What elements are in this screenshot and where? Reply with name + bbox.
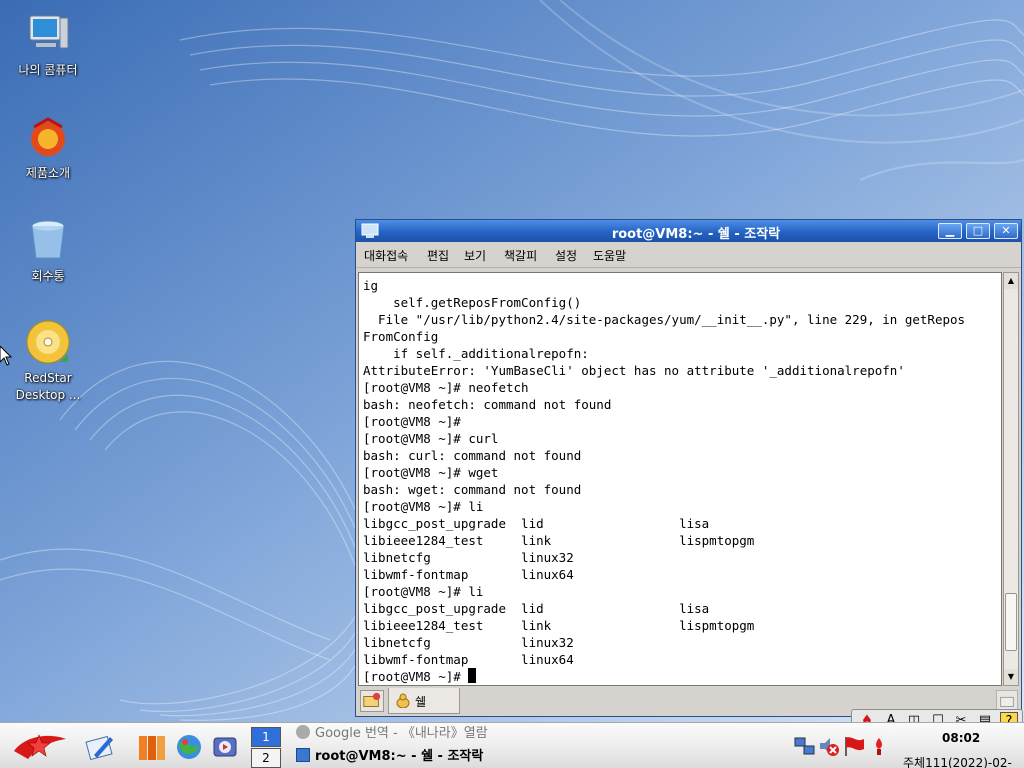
session-tab-shell[interactable]: 쉘 xyxy=(388,688,460,714)
terminal-line: AttributeError: 'YumBaseCli' object has … xyxy=(363,363,905,378)
text-cursor xyxy=(468,668,477,683)
terminal-line: [root@VM8 ~]# li xyxy=(363,584,484,599)
terminal-line: libwmf-fontmap linux64 xyxy=(363,567,574,582)
terminal-line: if self._additionalrepofn: xyxy=(363,346,589,361)
terminal-line: bash: curl: command not found xyxy=(363,448,582,463)
network-icon[interactable] xyxy=(794,735,816,757)
network-computers-icon xyxy=(794,737,815,755)
menu-settings[interactable]: 설정 xyxy=(555,247,577,264)
terminal-line: bash: neofetch: command not found xyxy=(363,397,612,412)
terminal-line: FromConfig xyxy=(363,329,439,344)
terminal-titlebar[interactable]: root@VM8:~ - 쉘 - 조작락 ▁ □ ✕ xyxy=(356,220,1021,242)
terminal-line: libwmf-fontmap linux64 xyxy=(363,652,574,667)
dvd-disc-icon xyxy=(26,320,70,364)
desktop-icon-label: 나의 콤퓨터 xyxy=(18,63,78,77)
task-google-translate[interactable]: Google 번역 - 《내나라》열람 xyxy=(296,724,488,744)
computer-icon xyxy=(29,15,69,49)
browser-globe-icon xyxy=(177,735,201,759)
terminal-line: [root@VM8 ~]# wget xyxy=(363,465,499,480)
scrollbar-thumb[interactable] xyxy=(1005,593,1017,651)
menu-edit[interactable]: 편집 xyxy=(427,247,449,264)
vertical-scrollbar[interactable]: ▲ ▼ xyxy=(1003,272,1019,686)
terminal-line: [root@VM8 ~]# neofetch xyxy=(363,380,529,395)
clock-date: 주체111(2022)-02-02 xyxy=(903,756,1012,768)
maximize-button[interactable]: □ xyxy=(966,223,990,239)
terminal-line: ig xyxy=(363,278,379,293)
terminal-line: libnetcfg linux32 xyxy=(363,550,574,565)
red-star-logo-icon xyxy=(14,734,66,759)
menu-bookmarks[interactable]: 책갈피 xyxy=(504,247,537,264)
torch-icon[interactable] xyxy=(868,735,890,757)
menu-view[interactable]: 보기 xyxy=(464,247,486,264)
task-terminal[interactable]: root@VM8:~ - 쉘 - 조작락 xyxy=(296,747,483,767)
mouse-cursor-icon xyxy=(0,346,12,366)
terminal-line: [root@VM8 ~]# curl xyxy=(363,431,499,446)
maximize-icon: □ xyxy=(972,224,984,237)
desktop-icon-label: RedStar Desktop ... xyxy=(15,371,81,402)
terminal-line: libgcc_post_upgrade lid lisa xyxy=(363,516,710,531)
text-editor-icon xyxy=(85,735,113,761)
product-intro-icon xyxy=(31,117,65,156)
flag-icon[interactable] xyxy=(843,735,865,757)
desktop-icon-redstar-desktop[interactable]: RedStar Desktop ... xyxy=(0,318,96,404)
minimize-icon: ▁ xyxy=(945,224,955,237)
terminal-window[interactable]: root@VM8:~ - 쉘 - 조작락 ▁ □ ✕ 대화접속 편집 보기 책갈… xyxy=(355,219,1022,717)
terminal-line: libieee1284_test link lispmtopgm xyxy=(363,618,755,633)
terminal-line: libieee1284_test link lispmtopgm xyxy=(363,533,755,548)
quick-launch-media[interactable] xyxy=(209,731,241,763)
terminal-prompt: [root@VM8 ~]# xyxy=(363,669,469,684)
media-player-icon xyxy=(213,737,237,757)
office-suite-icon xyxy=(139,736,165,760)
terminal-output[interactable]: ig self.getReposFromConfig() File "/usr/… xyxy=(358,272,1002,686)
desktop-icon-label: 제품소개 xyxy=(25,166,71,180)
window-title: root@VM8:~ - 쉘 - 조작락 xyxy=(611,227,781,242)
scroll-down-arrow-icon[interactable]: ▼ xyxy=(1004,669,1018,685)
terminal-line: libgcc_post_upgrade lid lisa xyxy=(363,601,710,616)
browser-task-icon xyxy=(296,725,310,739)
start-menu-button[interactable] xyxy=(8,729,70,765)
close-button[interactable]: ✕ xyxy=(994,223,1018,239)
menu-session[interactable]: 대화접속 xyxy=(364,247,408,264)
quick-launch-editor[interactable] xyxy=(84,731,116,763)
scroll-up-arrow-icon[interactable]: ▲ xyxy=(1004,273,1018,289)
terminal-line: bash: wget: command not found xyxy=(363,482,582,497)
terminal-task-icon xyxy=(296,748,310,762)
quick-launch-browser[interactable] xyxy=(173,731,205,763)
menu-help[interactable]: 도움말 xyxy=(593,247,626,264)
tab-label: 쉘 xyxy=(415,695,427,709)
terminal-line: [root@VM8 ~]# xyxy=(363,414,461,429)
terminal-line: libnetcfg linux32 xyxy=(363,635,574,650)
workspace-pager[interactable]: 1 2 xyxy=(251,727,281,768)
new-session-icon xyxy=(363,692,381,707)
desktop-icon-product-intro[interactable]: 제품소개 xyxy=(0,113,96,182)
terminal-icon xyxy=(361,223,379,238)
new-session-button[interactable] xyxy=(360,690,384,712)
recycle-bin-icon xyxy=(31,220,65,259)
workspace-1[interactable]: 1 xyxy=(251,727,281,747)
shell-icon xyxy=(396,693,410,708)
speaker-mute-icon xyxy=(820,738,839,756)
terminal-line: File "/usr/lib/python2.4/site-packages/y… xyxy=(363,312,966,327)
taskbar: 1 2 Google 번역 - 《내나라》열람 root@VM8:~ - 쉘 -… xyxy=(0,722,1024,768)
menubar: 대화접속 편집 보기 책갈피 설정 도움말 xyxy=(356,242,1021,268)
close-session-icon xyxy=(1000,696,1014,707)
task-label: Google 번역 - 《내나라》열람 xyxy=(315,726,488,741)
terminal-lines: ig self.getReposFromConfig() File "/usr/… xyxy=(363,277,1001,685)
terminal-prompt-line: [root@VM8 ~]# xyxy=(363,668,1001,685)
clock-time[interactable]: 08:02 xyxy=(942,731,980,745)
desktop-icon-label: 회수통 xyxy=(31,269,65,283)
volume-muted-icon[interactable] xyxy=(818,735,840,757)
minimize-button[interactable]: ▁ xyxy=(938,223,962,239)
desktop-icon-my-computer[interactable]: 나의 콤퓨터 xyxy=(0,10,96,79)
close-icon: ✕ xyxy=(1001,224,1011,237)
workspace-2[interactable]: 2 xyxy=(251,748,281,768)
desktop-icon-recycle-bin[interactable]: 회수통 xyxy=(0,216,96,285)
terminal-line: self.getReposFromConfig() xyxy=(363,295,582,310)
red-torch-icon xyxy=(876,738,882,755)
quick-launch-office[interactable] xyxy=(136,731,168,763)
task-label: root@VM8:~ - 쉘 - 조작락 xyxy=(315,749,484,764)
red-flag-icon xyxy=(845,737,864,756)
terminal-line: [root@VM8 ~]# li xyxy=(363,499,484,514)
